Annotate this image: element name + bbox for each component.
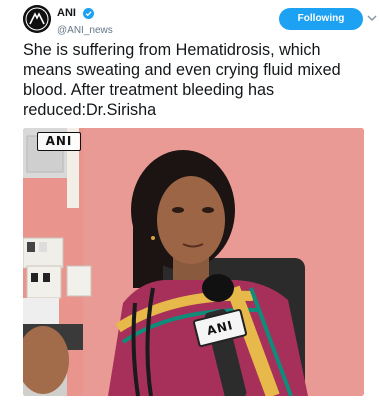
ani-logo-icon [23, 5, 51, 33]
photo-doctor-interview [23, 128, 364, 396]
account-info[interactable]: ANI @ANI_news [57, 5, 113, 38]
avatar[interactable] [23, 5, 51, 33]
account-name[interactable]: ANI [57, 7, 76, 20]
tweet-card: ANI @ANI_news Following She is suffering… [0, 0, 379, 400]
tweet-text: She is suffering from Hematidrosis, whic… [23, 41, 341, 119]
chevron-down-icon[interactable] [367, 13, 377, 23]
following-button[interactable]: Following [279, 8, 363, 30]
ani-watermark: ANI [37, 132, 81, 151]
tweet-header: ANI @ANI_news Following [23, 5, 377, 36]
tweet-media-image[interactable]: ANI ANI [23, 128, 364, 396]
account-handle[interactable]: @ANI_news [57, 24, 113, 38]
verified-badge-icon [83, 8, 95, 20]
